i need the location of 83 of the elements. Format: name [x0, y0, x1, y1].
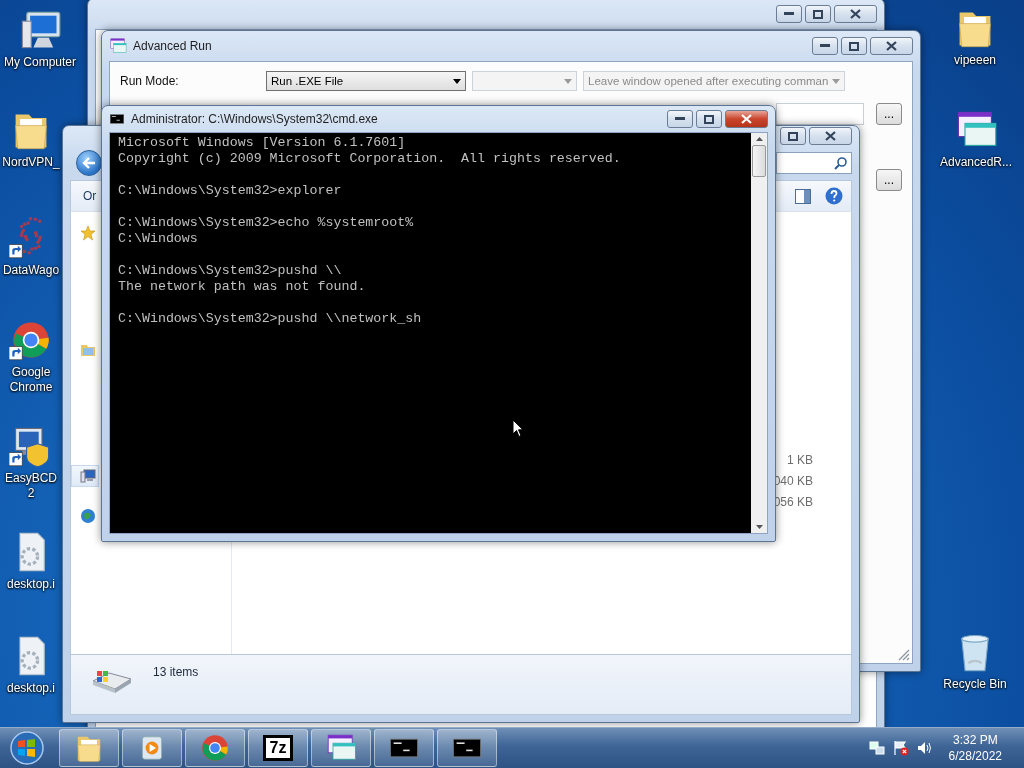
close-icon — [886, 41, 897, 51]
minimize-button[interactable] — [812, 37, 838, 55]
minimize-button[interactable] — [776, 5, 802, 23]
minimize-icon — [675, 117, 685, 121]
scrollbar-thumb[interactable] — [752, 145, 766, 177]
minimize-icon — [820, 44, 830, 48]
file-size: 1 KB — [787, 452, 813, 469]
console-line: C:\Windows\System32>pushd \\ — [118, 263, 343, 279]
maximize-button[interactable] — [696, 110, 722, 128]
close-button[interactable] — [870, 37, 913, 55]
help-icon[interactable] — [825, 187, 843, 205]
maximize-button[interactable] — [841, 37, 867, 55]
taskbar-button[interactable] — [59, 729, 119, 767]
icon-label: My Computer — [4, 55, 76, 70]
window-title: Administrator: C:\Windows\System32\cmd.exe — [131, 112, 379, 126]
console-line: C:\Windows\System32>explorer — [118, 183, 343, 199]
minimize-button[interactable] — [667, 110, 693, 128]
console-line: C:\Windows — [118, 231, 199, 247]
console-line: The network path was not found. — [118, 279, 367, 295]
maximize-icon — [813, 9, 823, 19]
console-line: Copyright (c) 2009 Microsoft Corporation. All rights reserved. — [118, 151, 622, 167]
browser-icon — [199, 732, 231, 764]
item-count: 13 items — [153, 665, 199, 679]
navigation-item[interactable] — [71, 465, 99, 487]
window-title: Advanced Run — [133, 39, 213, 53]
console-line: C:\Windows\System32>pushd \\network_sh — [118, 311, 423, 327]
console-line: Microsoft Windows [Version 6.1.7601] — [118, 135, 407, 151]
mouse-pointer-icon — [512, 419, 524, 438]
back-button[interactable] — [76, 150, 102, 176]
organize-menu[interactable]: Or — [83, 189, 97, 203]
icon-label: Google Chrome — [8, 365, 54, 395]
four-pane-flag-icon — [9, 730, 45, 766]
resize-grip-icon[interactable] — [898, 649, 910, 661]
run-mode-label: Run Mode: — [120, 74, 180, 88]
star-icon — [80, 225, 96, 241]
icon-label: NordVPN_ — [2, 155, 60, 170]
network-globe-icon — [80, 508, 96, 524]
icon-label: desktop.i — [7, 577, 55, 592]
library-folder-icon — [80, 342, 96, 358]
scroll-down-icon[interactable] — [755, 525, 763, 529]
icon-label: desktop.i — [7, 681, 55, 696]
preview-pane-icon[interactable] — [795, 188, 811, 204]
path-field[interactable] — [776, 103, 864, 125]
search-field[interactable] — [776, 152, 852, 174]
close-icon — [741, 114, 752, 124]
close-icon — [825, 131, 836, 141]
clock[interactable]: 3:32 PM 6/28/2022 — [948, 732, 1002, 764]
speaker-icon[interactable] — [916, 740, 933, 756]
app-windows-icon — [109, 37, 127, 55]
caret-icon — [832, 78, 840, 84]
console-line: C:\Windows\System32>echo %systemroot% — [118, 215, 415, 231]
close-button[interactable] — [725, 110, 768, 128]
network-icon[interactable] — [868, 740, 885, 756]
flag-warning-icon[interactable] — [892, 740, 909, 756]
maximize-button[interactable] — [805, 5, 831, 23]
scroll-up-icon[interactable] — [755, 137, 763, 141]
close-button[interactable] — [809, 127, 852, 145]
maximize-icon — [849, 41, 859, 51]
close-icon — [850, 9, 861, 19]
maximize-button[interactable] — [780, 127, 806, 145]
browse-button[interactable]: ... — [876, 103, 902, 125]
dropdown[interactable]: Run .EXE File — [266, 71, 466, 91]
computer-icon — [80, 468, 96, 484]
taskbar-button[interactable] — [311, 729, 371, 767]
scrollbar[interactable] — [751, 133, 767, 533]
taskbar-button[interactable] — [374, 729, 434, 767]
icon-label: EasyBCD 2 — [4, 471, 58, 501]
taskbar-button[interactable] — [437, 729, 497, 767]
caret-icon — [453, 78, 461, 84]
taskbar-button[interactable]: 7z — [248, 729, 308, 767]
minimize-icon — [784, 12, 794, 16]
left-arrow-icon — [82, 157, 96, 169]
icon-label: vipeeen — [953, 53, 996, 68]
icon-label: Recycle Bin — [943, 677, 1007, 692]
icon-label: DataWago — [2, 263, 60, 278]
maximize-icon — [788, 131, 798, 141]
browse-button[interactable]: ... — [876, 169, 902, 191]
search-icon — [834, 156, 847, 170]
close-button[interactable] — [834, 5, 877, 23]
caret-icon — [564, 78, 572, 84]
icon-label: AdvancedR... — [939, 155, 1012, 170]
console-icon — [109, 111, 125, 127]
maximize-icon — [704, 114, 714, 124]
